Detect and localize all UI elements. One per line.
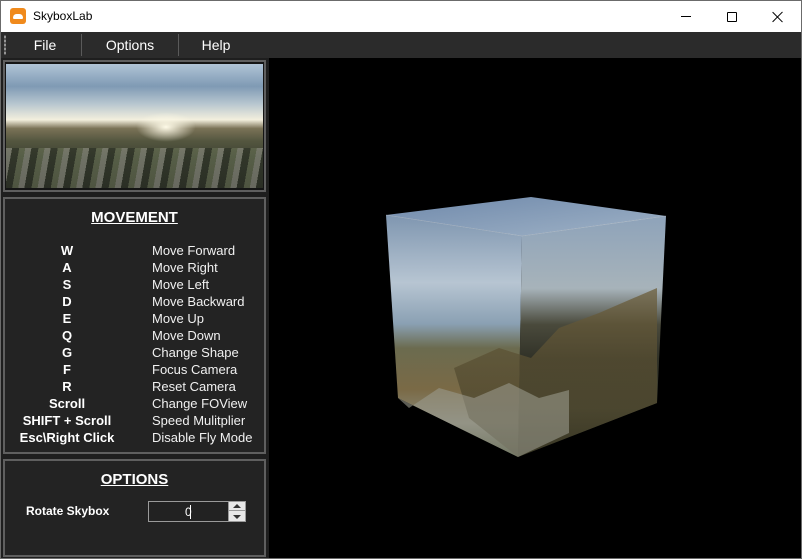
- skyboxlab-app-icon: [10, 8, 26, 24]
- movement-heading: MOVEMENT: [91, 209, 178, 226]
- skybox-preview-panel: [3, 60, 266, 192]
- action-label: Disable Fly Mode: [152, 430, 253, 445]
- minimize-icon: [681, 16, 691, 17]
- action-label: Speed Mulitplier: [152, 413, 246, 428]
- keybinding-row: F Focus Camera: [5, 362, 264, 379]
- skybox-preview-image[interactable]: [6, 64, 263, 188]
- keybinding-row: S Move Left: [5, 277, 264, 294]
- key-label: D: [62, 294, 72, 309]
- action-label: Move Forward: [152, 243, 236, 258]
- arrow-down-icon: [233, 514, 241, 519]
- options-heading: OPTIONS: [100, 471, 169, 488]
- left-panel: MOVEMENT W Move Forward A Move Right S Move…: [1, 58, 269, 558]
- action-label: Move Left: [152, 277, 210, 292]
- action-label: Move Right: [152, 260, 218, 275]
- key-label: F: [63, 362, 71, 377]
- movement-panel: MOVEMENT W Move Forward A Move Right S Move…: [3, 197, 266, 454]
- rotate-skybox-spinbox[interactable]: 0: [148, 501, 246, 522]
- menu-help[interactable]: Help: [179, 32, 253, 58]
- keybinding-row: W Move Forward: [5, 243, 264, 260]
- text-caret: [190, 505, 191, 519]
- maximize-button[interactable]: [709, 1, 755, 32]
- preview-sun-glow: [136, 112, 196, 142]
- menu-options[interactable]: Options: [83, 32, 177, 58]
- keybinding-row: A Move Right: [5, 260, 264, 277]
- action-label: Move Backward: [152, 294, 245, 309]
- action-label: Change Shape: [152, 345, 239, 360]
- 3d-viewport[interactable]: [269, 58, 801, 559]
- menu-bar: File Options Help: [1, 32, 801, 58]
- key-label: SHIFT + Scroll: [22, 413, 112, 428]
- skybox-cube[interactable]: [269, 58, 801, 559]
- action-label: Move Down: [152, 328, 221, 343]
- menu-grip-handle[interactable]: [4, 35, 6, 55]
- key-label: E: [62, 311, 72, 326]
- key-label: G: [61, 345, 73, 360]
- keybinding-row: Esc\Right Click Disable Fly Mode: [5, 430, 264, 447]
- key-label: R: [62, 379, 72, 394]
- keybinding-row: Q Move Down: [5, 328, 264, 345]
- key-label: Scroll: [48, 396, 86, 411]
- action-label: Change FOView: [152, 396, 248, 411]
- keybinding-row: Scroll Change FOView: [5, 396, 264, 413]
- menu-separator: [81, 34, 82, 56]
- action-label: Move Up: [152, 311, 205, 326]
- keybinding-row: SHIFT + Scroll Speed Mulitplier: [5, 413, 264, 430]
- close-icon: [772, 11, 784, 23]
- options-panel: OPTIONS Rotate Skybox 0: [3, 459, 266, 557]
- action-label: Focus Camera: [152, 362, 238, 377]
- title-bar[interactable]: SkyboxLab: [1, 1, 801, 32]
- minimize-button[interactable]: [663, 1, 709, 32]
- key-label: A: [62, 260, 72, 275]
- arrow-up-icon: [233, 504, 241, 508]
- close-button[interactable]: [755, 1, 801, 32]
- keybinding-row: G Change Shape: [5, 345, 264, 362]
- menu-file[interactable]: File: [9, 32, 81, 58]
- keybinding-row: E Move Up: [5, 311, 264, 328]
- maximize-icon: [727, 11, 737, 22]
- spinbox-buttons: [228, 502, 245, 521]
- spin-down-button[interactable]: [229, 512, 245, 521]
- key-label: Q: [61, 328, 73, 343]
- key-label: Esc\Right Click: [19, 430, 115, 445]
- keybinding-row: D Move Backward: [5, 294, 264, 311]
- spin-up-button[interactable]: [229, 502, 245, 511]
- rotate-skybox-label: Rotate Skybox: [26, 504, 110, 518]
- key-label: S: [62, 277, 72, 292]
- preview-rocks-texture: [6, 148, 263, 188]
- keybinding-row: R Reset Camera: [5, 379, 264, 396]
- key-label: W: [60, 243, 74, 258]
- window-title: SkyboxLab: [33, 9, 93, 23]
- action-label: Reset Camera: [152, 379, 236, 394]
- app-window: SkyboxLab File Options Help MOVEMENT W Mo…: [0, 0, 802, 559]
